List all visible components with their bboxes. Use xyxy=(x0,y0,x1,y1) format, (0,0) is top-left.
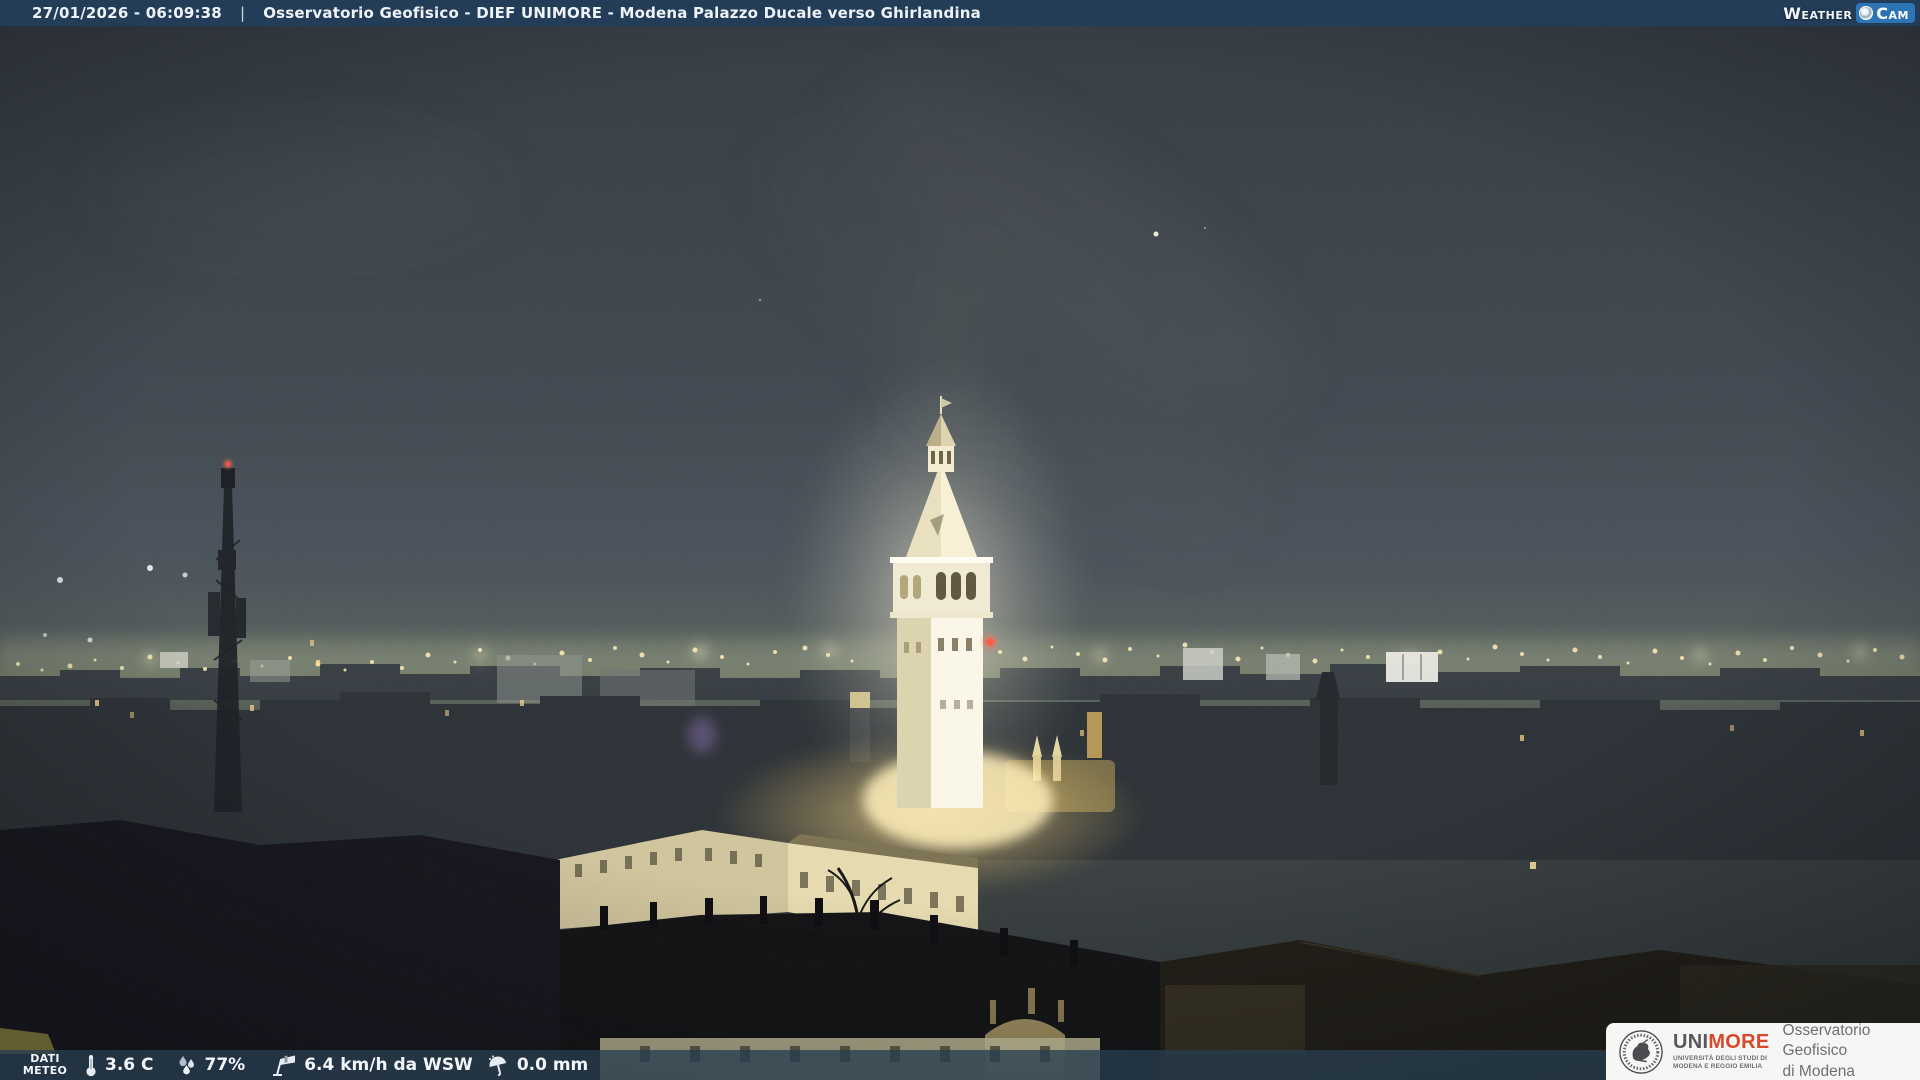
camera-lens-icon xyxy=(1859,6,1874,20)
webcam-scene xyxy=(0,0,1920,1080)
observatory-name: Osservatorio Geofisico di Modena xyxy=(1783,1021,1920,1080)
unimore-seal-icon xyxy=(1619,1029,1663,1074)
humidity-icon xyxy=(179,1056,194,1075)
webcam-frame: 27/01/2026 - 06:09:38 | Osservatorio Geo… xyxy=(0,0,1920,1080)
camera-title: Osservatorio Geofisico - DIEF UNIMORE - … xyxy=(263,4,982,22)
unimore-wordmark: UNIMORE UNIVERSITÀ DEGLI STUDI DI MODENA… xyxy=(1673,1032,1770,1072)
unimore-uni: UNI xyxy=(1673,1030,1709,1053)
windsock-icon xyxy=(273,1055,296,1076)
unimore-more: MORE xyxy=(1708,1030,1770,1053)
meteo-label-line2: METEO xyxy=(22,1064,68,1077)
umbrella-icon xyxy=(488,1055,507,1077)
humidity-value: 77% xyxy=(204,1055,246,1075)
weathercam-cam-label: Cam xyxy=(1876,3,1909,23)
unimore-subtitle-line1: UNIVERSITÀ DEGLI STUDI DI xyxy=(1673,1054,1768,1062)
meteo-label: DATI METEO xyxy=(16,1052,74,1078)
thermometer-icon xyxy=(86,1055,96,1077)
weathercam-logo: Weather Cam xyxy=(1783,2,1915,24)
unimore-subtitle-line2: MODENA E REGGIO EMILIA xyxy=(1673,1063,1763,1070)
wind-value: 6.4 km/h da WSW xyxy=(304,1055,473,1075)
humidity-metric: 77% xyxy=(176,1054,246,1076)
weathercam-badge: Cam xyxy=(1856,3,1915,23)
wind-metric: 6.4 km/h da WSW xyxy=(271,1053,473,1077)
observatory-name-line2: di Modena xyxy=(1782,1062,1855,1080)
credit-box: UNIMORE UNIVERSITÀ DEGLI STUDI DI MODENA… xyxy=(1606,1021,1920,1080)
rain-value: 0.0 mm xyxy=(516,1055,589,1075)
separator: | xyxy=(239,4,246,22)
temperature-metric: 3.6 C xyxy=(84,1053,154,1077)
temperature-value: 3.6 C xyxy=(105,1055,154,1075)
rain-metric: 0.0 mm xyxy=(486,1053,588,1077)
caption-bar: 27/01/2026 - 06:09:38 | Osservatorio Geo… xyxy=(0,0,1920,26)
timestamp: 27/01/2026 - 06:09:38 xyxy=(32,4,222,22)
weathercam-weather-label: Weather xyxy=(1783,3,1853,23)
observatory-name-line1: Osservatorio Geofisico xyxy=(1782,1022,1871,1060)
